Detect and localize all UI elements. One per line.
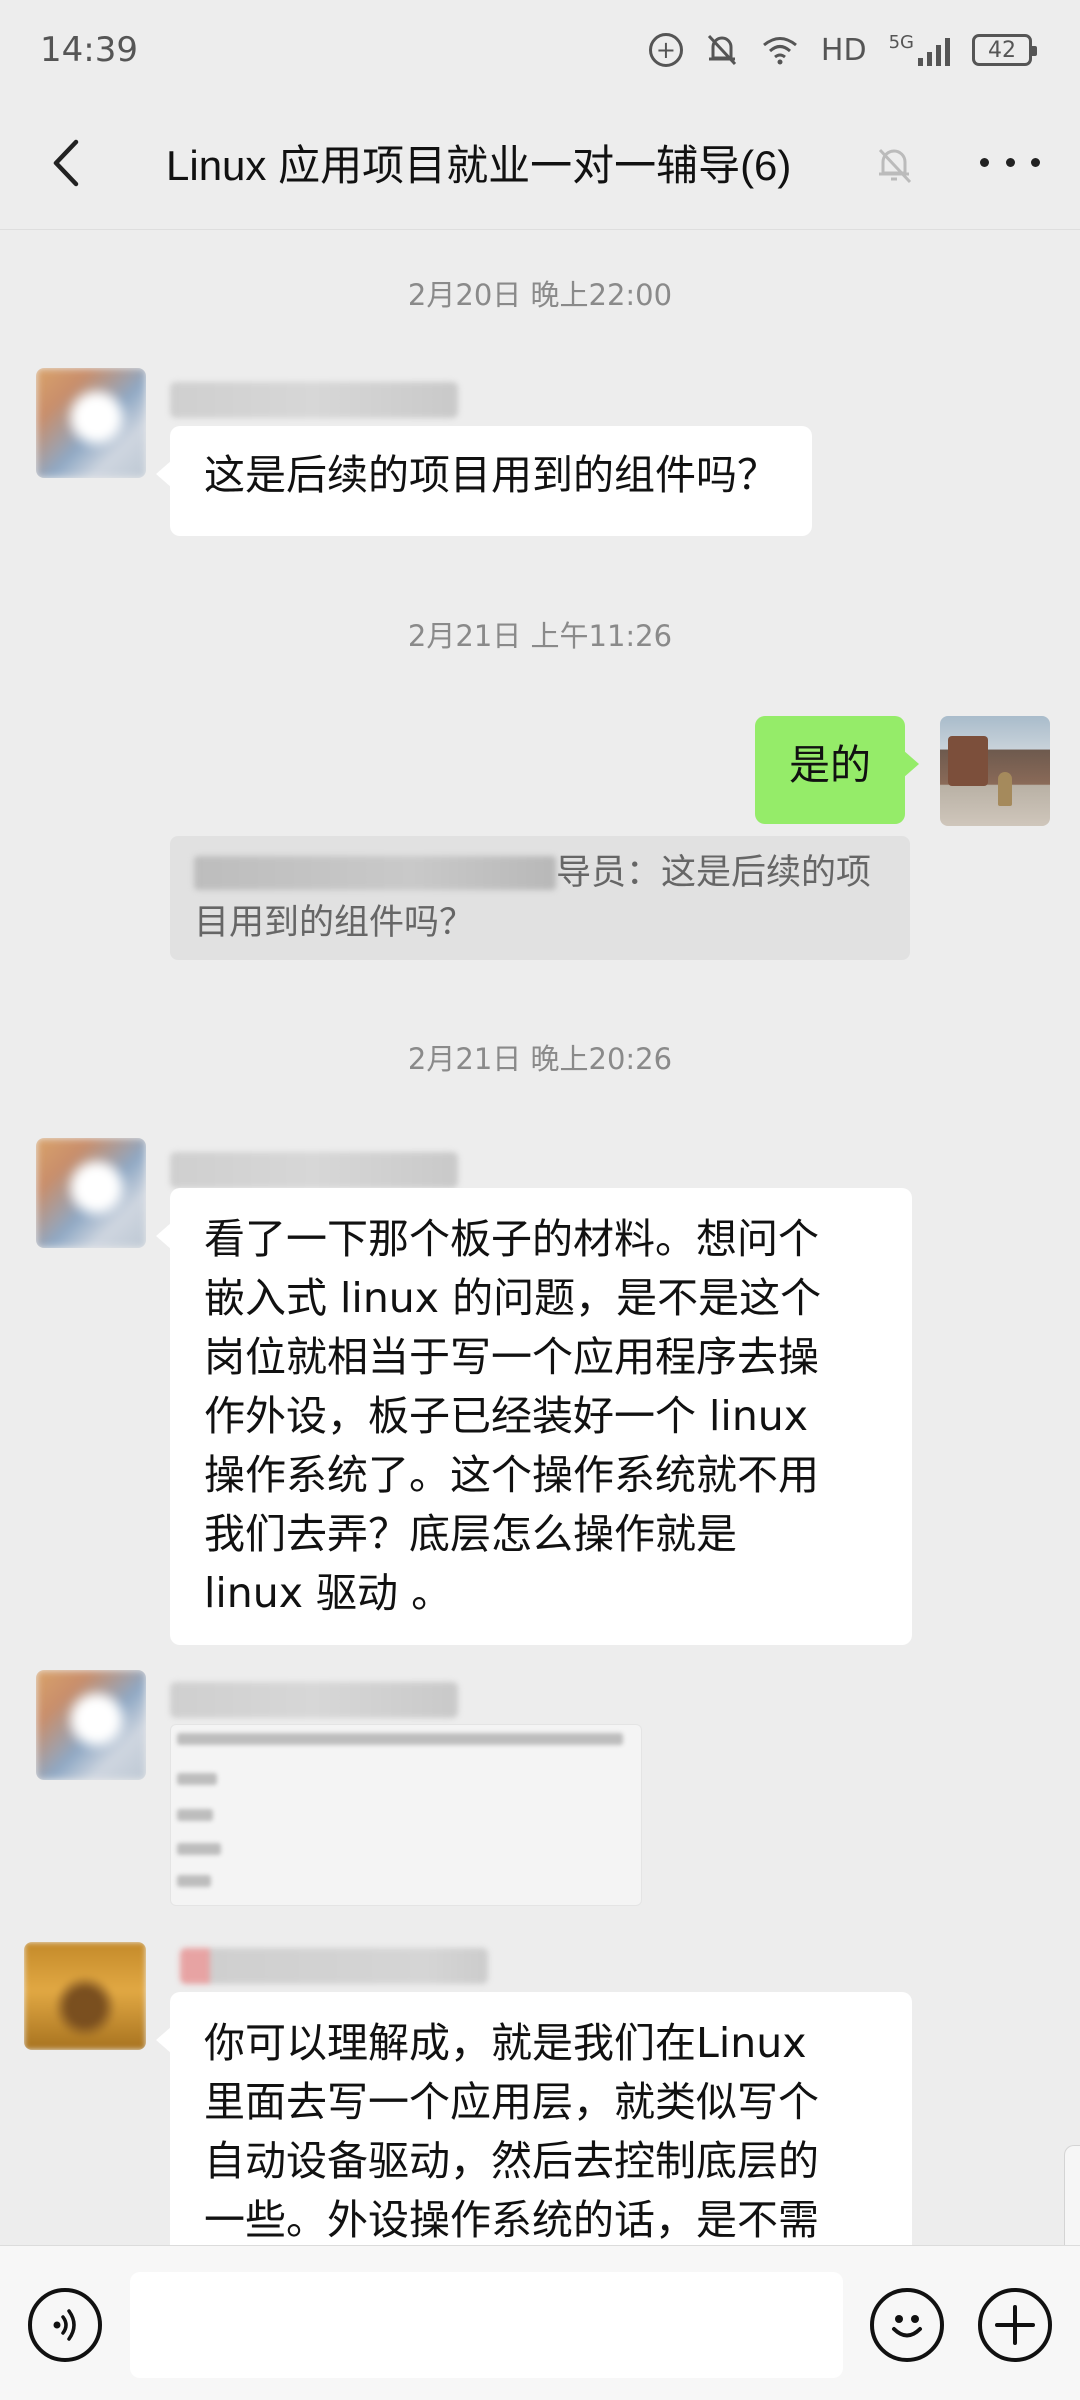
more-button[interactable] bbox=[980, 140, 1040, 184]
battery-icon: 42 bbox=[972, 34, 1037, 66]
message-text: 是的 bbox=[789, 741, 871, 789]
timestamp: 2月20日 晚上22:00 bbox=[407, 278, 673, 312]
message-bubble[interactable]: 这是后续的项目用到的组件吗？ bbox=[156, 426, 812, 536]
message-line: 岗位就相当于写一个应用程序去操 bbox=[204, 1333, 819, 1381]
message-line: 作外设，板子已经装好一个 linux bbox=[204, 1392, 809, 1440]
status-bar: 14:39 + HD 5G 42 bbox=[0, 0, 1080, 100]
avatar[interactable] bbox=[36, 368, 146, 478]
message-line: linux 驱动 。 bbox=[204, 1569, 453, 1617]
status-icons: + HD 5G 42 bbox=[648, 32, 1037, 68]
sender-name-blurred bbox=[170, 1682, 458, 1718]
plus-button[interactable] bbox=[978, 2288, 1052, 2362]
input-bar bbox=[0, 2245, 1080, 2400]
emoji-icon bbox=[892, 2315, 922, 2338]
message-line: 我们去弄？底层怎么操作就是 bbox=[204, 1510, 737, 1558]
message-list[interactable]: 2月20日 晚上22:00 这是后续的项目用到的组件吗？ 2月21日 上午11:… bbox=[0, 230, 1080, 2245]
quoted-sender-blurred bbox=[194, 856, 556, 890]
my-avatar[interactable] bbox=[940, 716, 1050, 826]
sender-name-blurred bbox=[170, 1152, 458, 1188]
bell-off-icon bbox=[878, 148, 912, 184]
message-line: 里面去写一个应用层，就类似写个 bbox=[204, 2078, 819, 2126]
signal-icon bbox=[918, 36, 950, 66]
cell-signal: 5G bbox=[889, 34, 950, 66]
data-saver-icon: + bbox=[648, 33, 683, 67]
battery-level: 42 bbox=[988, 37, 1016, 63]
emoji-button[interactable] bbox=[870, 2288, 944, 2362]
message-bubble[interactable]: 你可以理解成，就是我们在Linux 里面去写一个应用层，就类似写个 自动设备驱动… bbox=[156, 1992, 912, 2245]
avatar[interactable] bbox=[24, 1942, 146, 2050]
message-line: 自动设备驱动，然后去控制底层的 bbox=[204, 2137, 819, 2185]
back-arrow-icon bbox=[53, 139, 79, 187]
image-message[interactable] bbox=[170, 1724, 642, 1906]
more-dot bbox=[980, 157, 989, 167]
message-line: 你可以理解成，就是我们在Linux bbox=[204, 2019, 807, 2067]
sender-name-blurred bbox=[180, 1948, 488, 1984]
timestamp: 2月21日 晚上20:26 bbox=[407, 1042, 673, 1076]
message-bubble[interactable]: 看了一下那个板子的材料。想问个 嵌入式 linux 的问题，是不是这个 岗位就相… bbox=[156, 1188, 912, 1645]
wifi-icon bbox=[762, 37, 797, 65]
status-time: 14:39 bbox=[40, 30, 138, 70]
message-line: 看了一下那个板子的材料。想问个 bbox=[204, 1215, 819, 1263]
more-dot bbox=[1031, 157, 1040, 167]
quoted-message[interactable]: 导员：这是后续的项目用到的组件吗？ bbox=[170, 836, 910, 960]
my-message-bubble[interactable]: 是的 bbox=[755, 716, 919, 824]
message-input[interactable] bbox=[130, 2272, 843, 2378]
back-button[interactable] bbox=[40, 138, 90, 188]
chat-header: Linux 应用项目就业一对一辅导(6) bbox=[0, 100, 1080, 230]
chat-title: Linux 应用项目就业一对一辅导(6) bbox=[166, 142, 792, 189]
sender-name-blurred bbox=[170, 382, 458, 418]
more-dot bbox=[1005, 157, 1015, 167]
plus-icon bbox=[995, 2305, 1035, 2345]
network-label: HD bbox=[820, 32, 867, 68]
message-line: 一些。外设操作系统的话，是不需 bbox=[204, 2196, 819, 2244]
message-line: 操作系统了。这个操作系统就不用 bbox=[204, 1451, 819, 1499]
avatar[interactable] bbox=[36, 1138, 146, 1248]
network-gen-label: 5G bbox=[888, 32, 914, 53]
bell-off-status-icon bbox=[707, 34, 737, 66]
voice-icon bbox=[53, 2309, 76, 2341]
message-text: 这是后续的项目用到的组件吗？ bbox=[204, 451, 778, 499]
timestamp: 2月21日 上午11:26 bbox=[407, 619, 673, 653]
avatar[interactable] bbox=[36, 1670, 146, 1780]
voice-button[interactable] bbox=[28, 2288, 102, 2362]
message-line: 嵌入式 linux 的问题，是不是这个 bbox=[204, 1274, 822, 1322]
